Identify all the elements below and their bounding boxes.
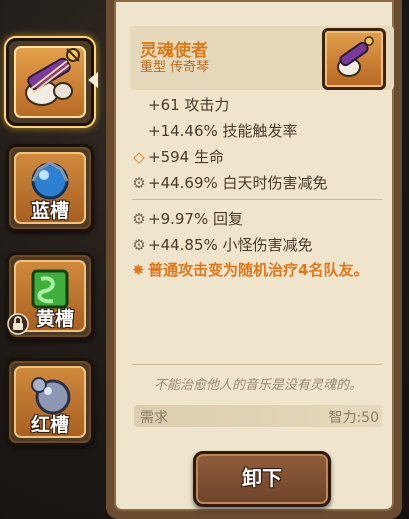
slot-yellow[interactable]: 黄槽 xyxy=(6,252,94,340)
divider xyxy=(132,364,382,365)
special-effect: ✸ 普通攻击变为随机治疗4名队友。 xyxy=(132,258,372,282)
star-icon: ✸ xyxy=(132,261,145,279)
slot-blue[interactable]: 蓝槽 xyxy=(6,144,94,232)
stat-day-reduction-text: +44.69% 白天时伤害减免 xyxy=(148,174,328,192)
gear-icon: ⚙ xyxy=(132,174,146,192)
slot-blue-label: 蓝槽 xyxy=(30,200,69,222)
slot-red[interactable]: 红槽 xyxy=(6,358,94,446)
unequip-button[interactable]: 卸下 xyxy=(193,451,331,507)
stat-attack: +61 攻击力 xyxy=(148,96,230,114)
lute-icon xyxy=(25,48,80,106)
lock-icon xyxy=(7,313,29,335)
flavor-text: 不能治愈他人的音乐是没有灵魂的。 xyxy=(153,378,362,393)
stat-regen-text: +9.97% 回复 xyxy=(148,210,243,228)
stat-day-reduction: ⚙ +44.69% 白天时伤害减免 xyxy=(132,172,328,193)
divider xyxy=(132,199,382,200)
gear-icon: ⚙ xyxy=(132,236,146,254)
slot-red-label: 红槽 xyxy=(30,414,69,436)
item-thumbnail xyxy=(322,28,386,90)
item-type: 重型 传奇琴 xyxy=(140,60,210,75)
requirement-label: 需求 xyxy=(140,410,168,426)
slot-weapon[interactable] xyxy=(6,38,94,126)
lute-icon xyxy=(337,36,374,77)
stat-minion-reduction: ⚙ +44.85% 小怪伤害减免 xyxy=(132,234,313,255)
special-effect-text: 普通攻击变为随机治疗4名队友。 xyxy=(148,261,369,279)
gear-icon: ⚙ xyxy=(132,210,146,228)
stat-hp-text: +594 生命 xyxy=(148,148,224,166)
diamond-icon: ◇ xyxy=(133,148,145,166)
stat-regen: ⚙ +9.97% 回复 xyxy=(132,208,243,229)
stat-skill-rate: +14.46% 技能触发率 xyxy=(148,122,298,140)
stat-minion-reduction-text: +44.85% 小怪伤害减免 xyxy=(148,236,313,254)
requirement-value: 智力:50 xyxy=(328,410,379,426)
selected-arrow-icon xyxy=(88,72,98,88)
stat-hp: ◇ +594 生命 xyxy=(132,146,224,167)
